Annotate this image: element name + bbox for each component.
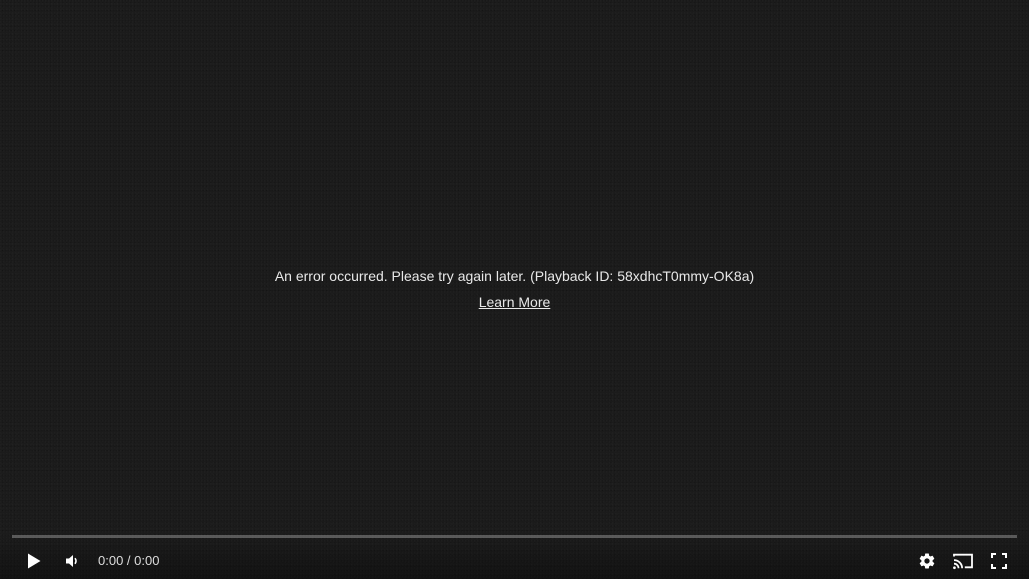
- error-message: An error occurred. Please try again late…: [274, 268, 755, 284]
- play-button[interactable]: [16, 543, 52, 579]
- error-overlay: An error occurred. Please try again late…: [0, 267, 1029, 312]
- time-display: 0:00 / 0:00: [98, 543, 159, 579]
- controls-row: 0:00 / 0:00: [0, 543, 1029, 579]
- mute-button[interactable]: [54, 543, 90, 579]
- cast-button[interactable]: [945, 543, 981, 579]
- cast-icon: [952, 552, 974, 570]
- player-controls: 0:00 / 0:00: [0, 535, 1029, 579]
- time-separator: /: [123, 553, 135, 568]
- fullscreen-icon: [991, 553, 1007, 569]
- progress-bar[interactable]: [12, 535, 1017, 538]
- settings-button[interactable]: [909, 543, 945, 579]
- video-player[interactable]: An error occurred. Please try again late…: [0, 0, 1029, 579]
- volume-icon: [64, 553, 80, 569]
- current-time: 0:00: [98, 553, 124, 568]
- gear-icon: [918, 552, 936, 570]
- fullscreen-button[interactable]: [981, 543, 1017, 579]
- duration: 0:00: [134, 553, 160, 568]
- learn-more-link[interactable]: Learn More: [479, 293, 551, 311]
- play-icon: [27, 553, 41, 569]
